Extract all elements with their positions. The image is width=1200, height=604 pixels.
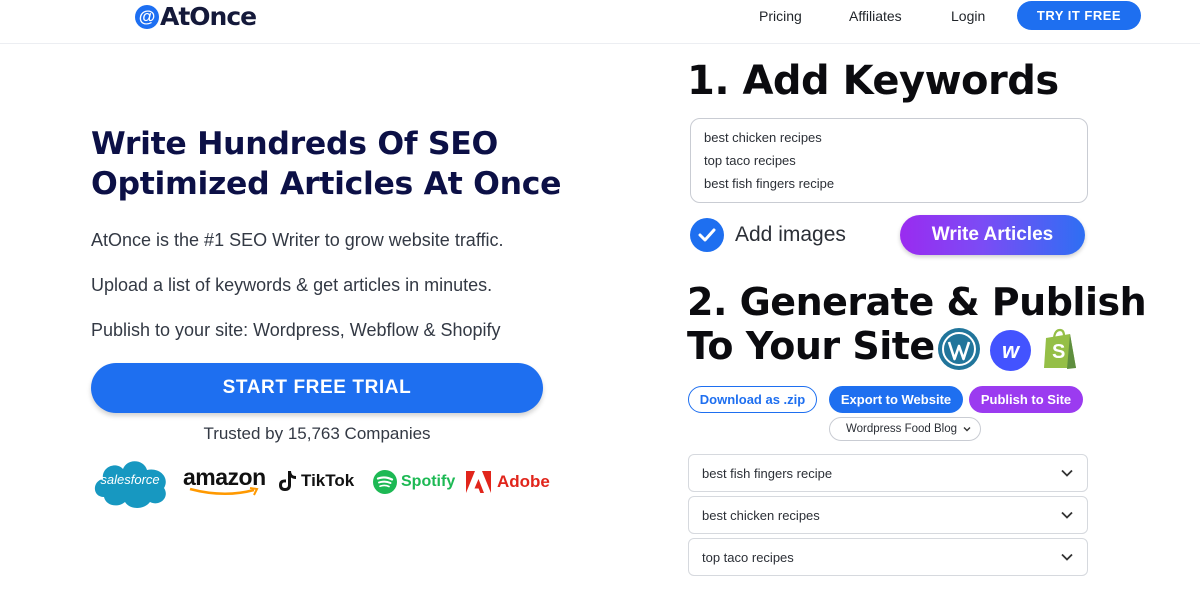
chevron-down-icon — [1061, 553, 1073, 561]
spotify-logo: Spotify — [373, 470, 455, 494]
export-to-website-button[interactable]: Export to Website — [829, 386, 963, 413]
atonce-logo[interactable]: @ AtOnce — [135, 2, 257, 31]
adobe-icon — [466, 471, 491, 493]
article-title: best fish fingers recipe — [702, 466, 833, 481]
at-sign-icon: @ — [135, 4, 159, 29]
spotify-text: Spotify — [401, 473, 456, 490]
keyword-line: top taco recipes — [704, 153, 796, 168]
adobe-logo: Adobe — [466, 471, 550, 493]
spotify-icon — [373, 470, 397, 494]
tiktok-icon — [279, 471, 296, 491]
tiktok-text: TikTok — [301, 471, 355, 490]
chevron-down-icon — [1061, 511, 1073, 519]
site-select-value: Wordpress Food Blog — [846, 423, 958, 435]
step2-heading-line-2: To Your Site — [687, 324, 935, 368]
wordpress-icon — [938, 328, 980, 370]
write-articles-button[interactable]: Write Articles — [900, 215, 1085, 255]
hero-title: Write Hundreds Of SEO Optimized Articles… — [91, 124, 571, 204]
try-it-free-button[interactable]: TRY IT FREE — [1017, 1, 1141, 30]
step2-heading-line-1: 2. Generate & Publish — [687, 280, 1147, 324]
hero-title-line-2: Optimized Articles At Once — [91, 166, 562, 202]
download-zip-button[interactable]: Download as .zip — [688, 386, 817, 413]
article-accordion-item[interactable]: top taco recipes — [688, 538, 1088, 576]
webflow-icon: w — [990, 330, 1031, 371]
article-title: top taco recipes — [702, 550, 794, 565]
nav-affiliates[interactable]: Affiliates — [849, 0, 902, 32]
article-accordion-item[interactable]: best fish fingers recipe — [688, 454, 1088, 492]
hero-description-2: Upload a list of keywords & get articles… — [91, 275, 493, 295]
keywords-textarea[interactable]: best chicken recipes top taco recipes be… — [690, 118, 1088, 203]
site-header: @ AtOnce Pricing Affiliates Login TRY IT… — [0, 0, 1200, 44]
hero-description-1: AtOnce is the #1 SEO Writer to grow webs… — [91, 230, 504, 250]
shopify-icon: S — [1041, 328, 1079, 370]
nav-pricing[interactable]: Pricing — [759, 0, 802, 32]
tiktok-logo: TikTok — [278, 470, 354, 492]
chevron-down-icon — [963, 427, 971, 432]
logo-text: AtOnce — [160, 2, 257, 31]
trusted-by-text: Trusted by 15,763 Companies — [203, 424, 431, 443]
salesforce-text: salesforce — [100, 472, 160, 487]
add-images-checkbox[interactable] — [690, 218, 724, 252]
nav-login[interactable]: Login — [951, 0, 985, 32]
hero-description-3: Publish to your site: Wordpress, Webflow… — [91, 320, 501, 340]
amazon-smile-icon — [189, 487, 259, 496]
wordpress-glyph — [942, 332, 976, 366]
add-images-label: Add images — [735, 223, 846, 246]
checkmark-icon — [698, 228, 716, 242]
keyword-line: best fish fingers recipe — [704, 176, 835, 191]
chevron-down-icon — [1061, 469, 1073, 477]
keyword-line: best chicken recipes — [704, 130, 822, 145]
article-title: best chicken recipes — [702, 508, 820, 523]
start-free-trial-button[interactable]: START FREE TRIAL — [91, 363, 543, 413]
article-accordion-item[interactable]: best chicken recipes — [688, 496, 1088, 534]
publish-to-site-button[interactable]: Publish to Site — [969, 386, 1083, 413]
step1-heading: 1. Add Keywords — [687, 58, 1059, 104]
hero-title-line-1: Write Hundreds Of SEO — [91, 126, 498, 162]
adobe-text: Adobe — [497, 472, 550, 491]
shopify-letter: S — [1052, 341, 1066, 363]
site-select[interactable]: Wordpress Food Blog — [829, 417, 981, 441]
